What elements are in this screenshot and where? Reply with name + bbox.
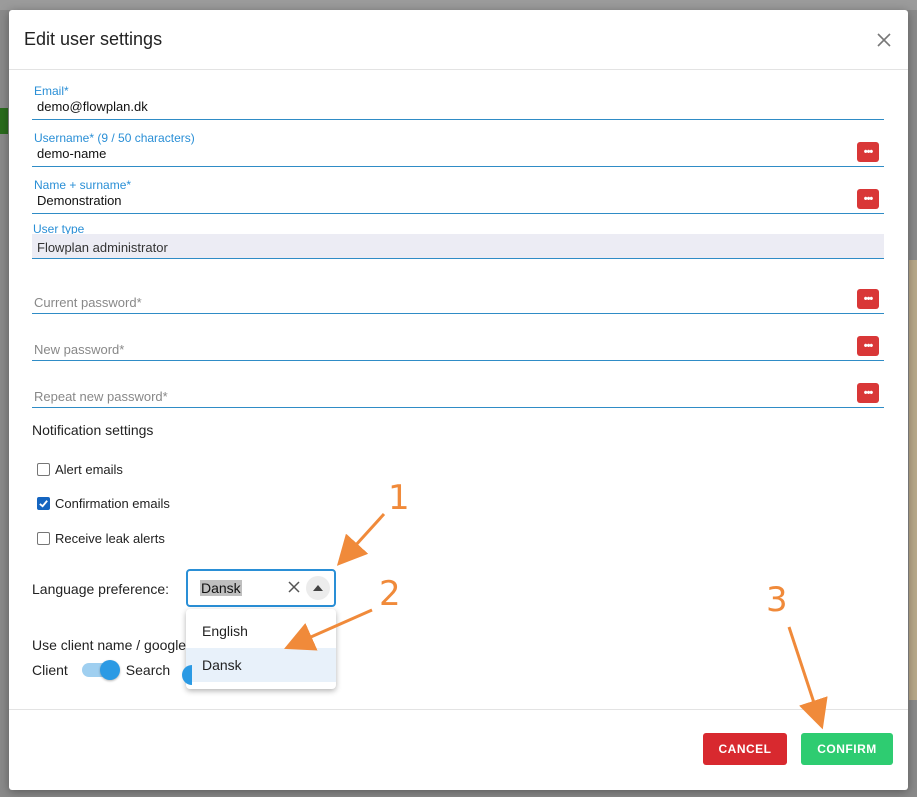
user-type-field: Flowplan administrator — [32, 234, 884, 259]
user-type-value: Flowplan administrator — [37, 240, 168, 255]
dots-icon: ••• — [863, 145, 874, 158]
annotation-number-1: 1 — [388, 478, 410, 518]
background-map — [909, 260, 917, 700]
modal-footer: CANCEL CONFIRM — [9, 709, 908, 790]
leak-alerts-label: Receive leak alerts — [55, 531, 165, 546]
current-password-show-button[interactable]: ••• — [857, 289, 879, 309]
language-dropdown: English Dansk — [186, 609, 336, 689]
language-selected-value: Dansk — [200, 580, 242, 596]
confirmation-emails-label: Confirmation emails — [55, 496, 170, 511]
language-option-dansk[interactable]: Dansk — [186, 648, 336, 682]
caret-up-icon[interactable] — [306, 576, 330, 600]
check-icon — [39, 500, 48, 508]
current-password-placeholder: Current password* — [34, 295, 142, 310]
email-value: demo@flowplan.dk — [37, 99, 148, 114]
confirmation-emails-checkbox[interactable] — [37, 497, 50, 510]
notification-settings-title: Notification settings — [32, 422, 154, 438]
name-label: Name + surname* — [34, 178, 132, 192]
annotation-number-2: 2 — [379, 574, 401, 614]
switch-knob — [99, 660, 120, 680]
close-icon[interactable] — [874, 30, 894, 50]
dots-icon: ••• — [863, 386, 874, 399]
language-option-english[interactable]: English — [186, 614, 336, 648]
client-search-switch[interactable] — [81, 660, 120, 680]
leak-alerts-checkbox-row[interactable]: Receive leak alerts — [37, 531, 165, 546]
language-preference-label: Language preference: — [32, 581, 169, 597]
username-generate-button[interactable]: ••• — [857, 142, 879, 162]
client-search-toggle-row: Client Search — [32, 660, 171, 680]
confirmation-emails-checkbox-row[interactable]: Confirmation emails — [37, 496, 170, 511]
alert-emails-checkbox-row[interactable]: Alert emails — [37, 462, 123, 477]
new-password-show-button[interactable]: ••• — [857, 336, 879, 356]
client-label: Client — [32, 662, 68, 678]
second-switch-knob[interactable] — [182, 665, 192, 685]
cancel-button[interactable]: CANCEL — [703, 733, 787, 765]
alert-emails-checkbox[interactable] — [37, 463, 50, 476]
use-client-name-text: Use client name / google — [32, 637, 187, 653]
name-field[interactable]: Name + surname* Demonstration ••• — [32, 178, 884, 214]
username-field[interactable]: Username* (9 / 50 characters) demo-name … — [32, 131, 884, 167]
clear-icon[interactable] — [286, 579, 302, 595]
dots-icon: ••• — [863, 339, 874, 352]
background-top-bar — [0, 0, 917, 10]
name-value: Demonstration — [37, 193, 122, 208]
confirm-button[interactable]: CONFIRM — [801, 733, 893, 765]
repeat-password-placeholder: Repeat new password* — [34, 389, 168, 404]
background-green-button — [0, 108, 8, 134]
dots-icon: ••• — [863, 292, 874, 305]
name-generate-button[interactable]: ••• — [857, 189, 879, 209]
current-password-field[interactable]: Current password* ••• — [32, 286, 884, 314]
email-label: Email* — [34, 84, 69, 98]
search-label: Search — [125, 662, 171, 678]
annotation-number-3: 3 — [766, 580, 788, 620]
username-label: Username* (9 / 50 characters) — [34, 131, 195, 145]
repeat-password-field[interactable]: Repeat new password* ••• — [32, 380, 884, 408]
username-value: demo-name — [37, 146, 107, 161]
new-password-placeholder: New password* — [34, 342, 125, 357]
modal-header: Edit user settings — [9, 10, 908, 70]
modal-title: Edit user settings — [24, 29, 163, 49]
email-field[interactable]: Email* demo@flowplan.dk — [32, 84, 884, 120]
alert-emails-label: Alert emails — [55, 462, 123, 477]
edit-user-settings-modal: Edit user settings Email* demo@flowplan.… — [9, 10, 908, 790]
dots-icon: ••• — [863, 192, 874, 205]
new-password-field[interactable]: New password* ••• — [32, 333, 884, 361]
leak-alerts-checkbox[interactable] — [37, 532, 50, 545]
language-select[interactable]: Dansk — [186, 569, 336, 607]
repeat-password-show-button[interactable]: ••• — [857, 383, 879, 403]
